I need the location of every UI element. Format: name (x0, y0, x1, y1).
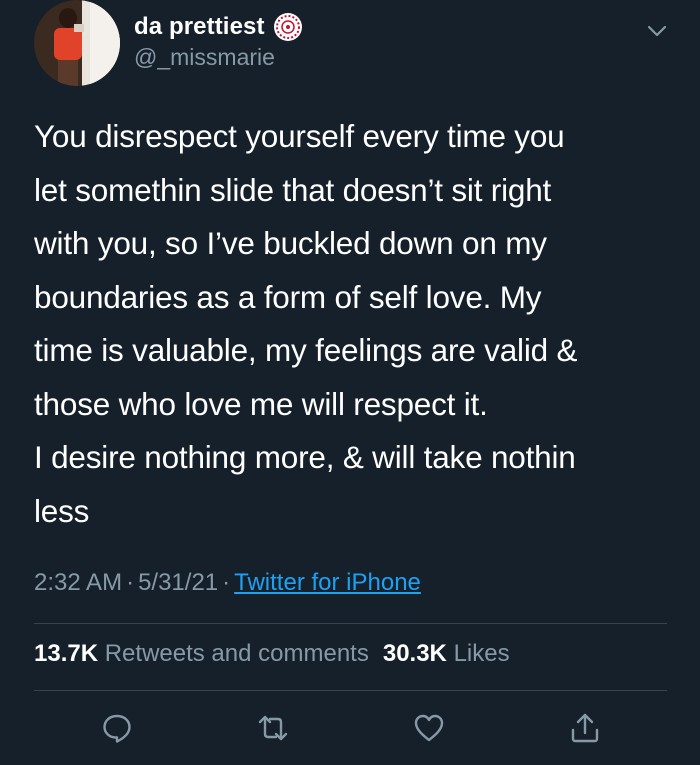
user-handle[interactable]: @_missmarie (134, 44, 303, 71)
meta-separator: · (222, 569, 231, 596)
tweet-date[interactable]: 5/31/21 (138, 569, 218, 596)
tweet-time[interactable]: 2:32 AM (34, 569, 122, 596)
likes-count: 30.3K (382, 640, 447, 667)
retweet-button[interactable] (253, 708, 293, 748)
tweet-text: You disrespect yourself every time you l… (34, 118, 578, 529)
likes-label: Likes (453, 640, 510, 667)
likes-stat[interactable]: 30.3K Likes (383, 640, 510, 668)
tweet-stats: 13.7K Retweets and comments 30.3K Likes (34, 640, 510, 668)
like-button[interactable] (409, 708, 449, 748)
avatar-photo (34, 0, 120, 86)
retweets-count: 13.7K (34, 640, 99, 667)
action-bar (0, 708, 700, 748)
heart-icon (414, 714, 444, 742)
sparkle-badge-emoji (273, 13, 302, 41)
reply-button[interactable] (97, 708, 137, 748)
retweet-icon (258, 715, 288, 741)
meta-separator: · (126, 569, 135, 596)
reply-icon (103, 714, 131, 743)
share-button[interactable] (565, 708, 605, 748)
user-info: da prettiest @_missmarie (134, 10, 303, 71)
share-icon (571, 713, 599, 743)
chevron-down-icon (647, 25, 667, 37)
retweets-label: Retweets and comments (104, 640, 369, 667)
display-name[interactable]: da prettiest (134, 13, 265, 41)
avatar[interactable] (34, 0, 120, 86)
divider (34, 690, 667, 691)
name-row: da prettiest (134, 10, 303, 44)
tweet-meta: 2:32 AM · 5/31/21 · Twitter for iPhone (34, 569, 421, 597)
tweet-source-link[interactable]: Twitter for iPhone (234, 569, 421, 596)
retweets-stat[interactable]: 13.7K Retweets and comments (34, 640, 369, 668)
tweet: da prettiest @_missmarie You disrespect … (0, 0, 700, 765)
divider (34, 623, 667, 624)
more-options-button[interactable] (646, 22, 668, 40)
